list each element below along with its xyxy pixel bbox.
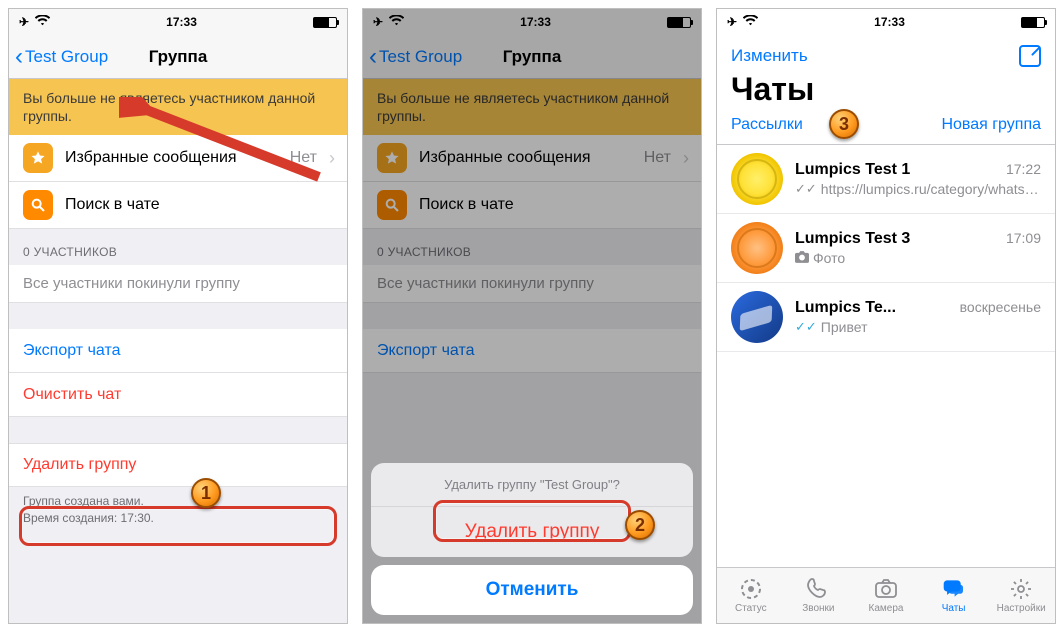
edit-button[interactable]: Изменить <box>731 46 808 66</box>
airplane-icon: ✈︎ <box>727 15 737 29</box>
tab-bar: Статус Звонки Камера Чаты Настройки <box>717 567 1055 623</box>
edit-row: Изменить <box>717 35 1055 71</box>
sheet-prompt: Удалить группу "Test Group"? <box>371 463 693 507</box>
clear-label: Очистить чат <box>23 386 121 404</box>
chat-row[interactable]: Lumpics Test 3 17:09 Фото <box>717 214 1055 283</box>
starred-label: Избранные сообщения <box>65 149 237 167</box>
chat-time: 17:09 <box>1006 230 1041 246</box>
search-icon <box>23 190 53 220</box>
not-participant-banner: Вы больше не являетесь участником данной… <box>9 79 347 135</box>
avatar <box>731 153 783 205</box>
chat-name: Lumpics Test 3 <box>795 230 910 248</box>
chat-preview: Фото <box>813 250 845 266</box>
new-group-link[interactable]: Новая группа <box>941 116 1041 134</box>
participants-header: 0 УЧАСТНИКОВ <box>9 229 347 265</box>
delete-group-cell[interactable]: Удалить группу <box>9 443 347 487</box>
search-label: Поиск в чате <box>65 196 160 214</box>
chevron-right-icon: › <box>329 148 335 169</box>
chevron-left-icon: ‹ <box>15 43 23 71</box>
chat-row[interactable]: Lumpics Te... воскресенье ✓✓Привет <box>717 283 1055 352</box>
chats-title: Чаты <box>717 71 1055 116</box>
tab-chats[interactable]: Чаты <box>920 568 988 623</box>
tab-calls[interactable]: Звонки <box>785 568 853 623</box>
star-icon <box>23 143 53 173</box>
avatar <box>731 291 783 343</box>
avatar <box>731 222 783 274</box>
footnote: Группа создана вами.Время создания: 17:3… <box>9 487 347 533</box>
annotation-badge-3: 3 <box>829 109 859 139</box>
tab-status[interactable]: Статус <box>717 568 785 623</box>
tick-sent-icon: ✓✓ <box>795 181 817 197</box>
export-chat-cell[interactable]: Экспорт чата <box>9 329 347 373</box>
screenshot-1-group-info: ✈︎ 17:33 ‹Test Group Группа Вы больше не… <box>8 8 348 624</box>
back-button[interactable]: ‹Test Group <box>9 43 108 71</box>
status-time: 17:33 <box>166 15 197 29</box>
nav-bar: ‹Test Group Группа <box>9 35 347 79</box>
annotation-badge-1: 1 <box>191 478 221 508</box>
clear-chat-cell[interactable]: Очистить чат <box>9 373 347 417</box>
compose-icon[interactable] <box>1019 45 1041 67</box>
wifi-icon <box>35 15 50 29</box>
export-label: Экспорт чата <box>23 342 121 360</box>
status-bar: ✈︎ 17:33 <box>717 9 1055 35</box>
tick-read-icon: ✓✓ <box>795 319 817 335</box>
tab-camera[interactable]: Камера <box>852 568 920 623</box>
starred-messages-cell[interactable]: Избранные сообщения Нет › <box>9 135 347 182</box>
chat-time: воскресенье <box>960 299 1041 315</box>
wifi-icon <box>743 15 758 29</box>
chat-name: Lumpics Test 1 <box>795 161 910 179</box>
screenshot-3-chats-list: ✈︎ 17:33 Изменить Чаты Рассылки Новая гр… <box>716 8 1056 624</box>
sheet-cancel-button[interactable]: Отменить <box>371 565 693 615</box>
starred-value: Нет <box>290 149 317 167</box>
battery-icon <box>313 17 337 28</box>
annotation-badge-2: 2 <box>625 510 655 540</box>
chat-preview: https://lumpics.ru/category/whatsapp <box>821 181 1041 197</box>
camera-icon <box>795 250 809 266</box>
battery-icon <box>1021 17 1045 28</box>
chat-time: 17:22 <box>1006 161 1041 177</box>
tab-settings[interactable]: Настройки <box>987 568 1055 623</box>
back-label: Test Group <box>25 47 108 67</box>
chat-preview: Привет <box>821 319 868 335</box>
airplane-icon: ✈︎ <box>19 15 29 29</box>
delete-label: Удалить группу <box>23 456 136 474</box>
chat-name: Lumpics Te... <box>795 299 896 317</box>
broadcasts-link[interactable]: Рассылки <box>731 116 803 134</box>
status-bar: ✈︎ 17:33 <box>9 9 347 35</box>
participants-note: Все участники покинули группу <box>9 265 347 303</box>
search-chat-cell[interactable]: Поиск в чате <box>9 182 347 229</box>
screenshot-2-action-sheet: ✈︎ 17:33 ‹Test Group Группа Вы больше не… <box>362 8 702 624</box>
chat-row[interactable]: Lumpics Test 1 17:22 ✓✓https://lumpics.ru… <box>717 145 1055 214</box>
status-time: 17:33 <box>874 15 905 29</box>
